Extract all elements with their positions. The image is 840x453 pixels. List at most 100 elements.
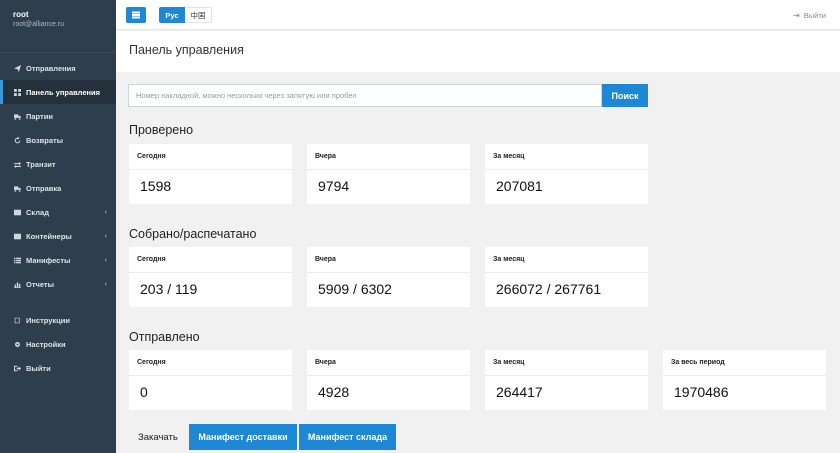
stat-card-checked-yesterday: Вчера 9794: [307, 144, 470, 204]
card-label: Вчера: [315, 256, 336, 263]
card-value: 5909 / 6302: [318, 281, 392, 297]
card-label: За месяц: [493, 153, 525, 160]
sign-out-icon: [13, 364, 21, 372]
sidebar-item-dashboard[interactable]: Панель управления: [0, 80, 116, 104]
gear-icon: [13, 340, 21, 348]
logout-link[interactable]: ⇥ Выйти: [793, 11, 826, 20]
dashboard-icon: [13, 88, 21, 96]
card-value: 203 / 119: [140, 281, 198, 297]
stat-card-checked-month: За месяц 207081: [485, 144, 648, 204]
sidebar-item-manifests[interactable]: Манифесты ‹: [0, 248, 116, 272]
sidebar-spacer: [0, 296, 116, 308]
card-divider: [663, 375, 826, 376]
card-divider: [485, 272, 648, 273]
topbar: Рус 中国 ⇥ Выйти: [116, 0, 840, 30]
sidebar-item-label: Склад: [26, 207, 49, 217]
chevron-left-icon: ‹: [104, 208, 107, 216]
sidebar-item-batches[interactable]: Партии: [0, 104, 116, 128]
search-button[interactable]: Поиск: [602, 84, 648, 107]
sign-out-icon: ⇥: [793, 11, 800, 20]
lang-ru-button[interactable]: Рус: [159, 7, 185, 23]
book-icon: [13, 316, 21, 324]
sidebar-item-label: Транзит: [26, 159, 56, 169]
lang-cn-button[interactable]: 中国: [185, 7, 212, 23]
sidebar-item-containers[interactable]: Контейнеры ‹: [0, 224, 116, 248]
section-title-sent: Отправлено: [129, 330, 200, 344]
card-value: 9794: [318, 178, 350, 194]
logout-label: Выйти: [803, 11, 826, 20]
sidebar-item-label: Выйти: [26, 363, 51, 373]
sidebar-item-instructions[interactable]: Инструкции: [0, 308, 116, 332]
card-value: 4928: [318, 384, 350, 400]
card-divider: [129, 272, 292, 273]
chevron-left-icon: ‹: [104, 280, 107, 288]
sidebar-item-label: Контейнеры: [26, 231, 72, 241]
sidebar-nav: Отправления Панель управления Партии Воз…: [0, 56, 116, 380]
card-label: Вчера: [315, 153, 336, 160]
card-value: 1970486: [674, 384, 729, 400]
card-divider: [307, 169, 470, 170]
container-icon: [13, 232, 21, 240]
sidebar-item-shipments[interactable]: Отправления: [0, 56, 116, 80]
card-label: Сегодня: [137, 153, 166, 160]
card-value: 264417: [496, 384, 543, 400]
paper-plane-icon: [13, 64, 21, 72]
sidebar-item-label: Партии: [26, 111, 53, 121]
stat-card-checked-today: Сегодня 1598: [129, 144, 292, 204]
chart-icon: [13, 280, 21, 288]
stat-card-collected-today: Сегодня 203 / 119: [129, 247, 292, 307]
card-value: 0: [140, 384, 148, 400]
exchange-icon: [13, 160, 21, 168]
sidebar-item-reports[interactable]: Отчеты ‹: [0, 272, 116, 296]
sidebar: root root@alliance.ru Отправления Панель…: [0, 0, 116, 453]
sidebar-item-dispatch[interactable]: Отправка: [0, 176, 116, 200]
sidebar-item-logout[interactable]: Выйти: [0, 356, 116, 380]
sidebar-item-settings[interactable]: Настройки: [0, 332, 116, 356]
chevron-left-icon: ‹: [104, 256, 107, 264]
truck-icon: [13, 184, 21, 192]
hamburger-icon: [132, 14, 140, 16]
card-divider: [129, 375, 292, 376]
card-label: Вчера: [315, 359, 336, 366]
card-label: За месяц: [493, 359, 525, 366]
card-label: За месяц: [493, 256, 525, 263]
sidebar-item-transit[interactable]: Транзит: [0, 152, 116, 176]
sidebar-item-label: Манифесты: [26, 255, 71, 265]
user-email: root@alliance.ru: [13, 21, 65, 28]
stat-card-sent-month: За месяц 264417: [485, 350, 648, 410]
user-block: root root@alliance.ru: [0, 0, 116, 53]
card-value: 266072 / 267761: [496, 281, 602, 297]
card-value: 1598: [140, 178, 172, 194]
card-label: Сегодня: [137, 359, 166, 366]
card-divider: [485, 375, 648, 376]
user-name: root: [13, 10, 29, 19]
warehouse-manifest-button[interactable]: Манифест склада: [299, 424, 396, 450]
stat-card-collected-month: За месяц 266072 / 267761: [485, 247, 648, 307]
stat-card-sent-yesterday: Вчера 4928: [307, 350, 470, 410]
warehouse-icon: [13, 208, 21, 216]
menu-toggle-button[interactable]: [126, 7, 146, 23]
stat-card-sent-total: За весь период 1970486: [663, 350, 826, 410]
sidebar-item-label: Инструкции: [26, 315, 71, 325]
card-divider: [307, 375, 470, 376]
card-label: За весь период: [671, 359, 725, 366]
chevron-left-icon: ‹: [104, 232, 107, 240]
card-divider: [307, 272, 470, 273]
download-label: Закачать: [138, 432, 178, 443]
sidebar-item-returns[interactable]: Возвраты: [0, 128, 116, 152]
delivery-manifest-button[interactable]: Манифест доставки: [189, 424, 297, 450]
card-value: 207081: [496, 178, 543, 194]
card-label: Сегодня: [137, 256, 166, 263]
card-divider: [129, 169, 292, 170]
sidebar-item-label: Отправления: [26, 63, 76, 73]
sidebar-item-label: Настройки: [26, 339, 66, 349]
section-title-checked: Проверено: [129, 123, 194, 137]
sidebar-item-label: Панель управления: [26, 87, 101, 97]
stat-card-sent-today: Сегодня 0: [129, 350, 292, 410]
sidebar-item-warehouse[interactable]: Склад ‹: [0, 200, 116, 224]
list-icon: [13, 256, 21, 264]
search-input[interactable]: [128, 84, 602, 107]
sidebar-item-label: Отчеты: [26, 279, 55, 289]
sidebar-item-label: Отправка: [26, 183, 62, 193]
card-divider: [485, 169, 648, 170]
